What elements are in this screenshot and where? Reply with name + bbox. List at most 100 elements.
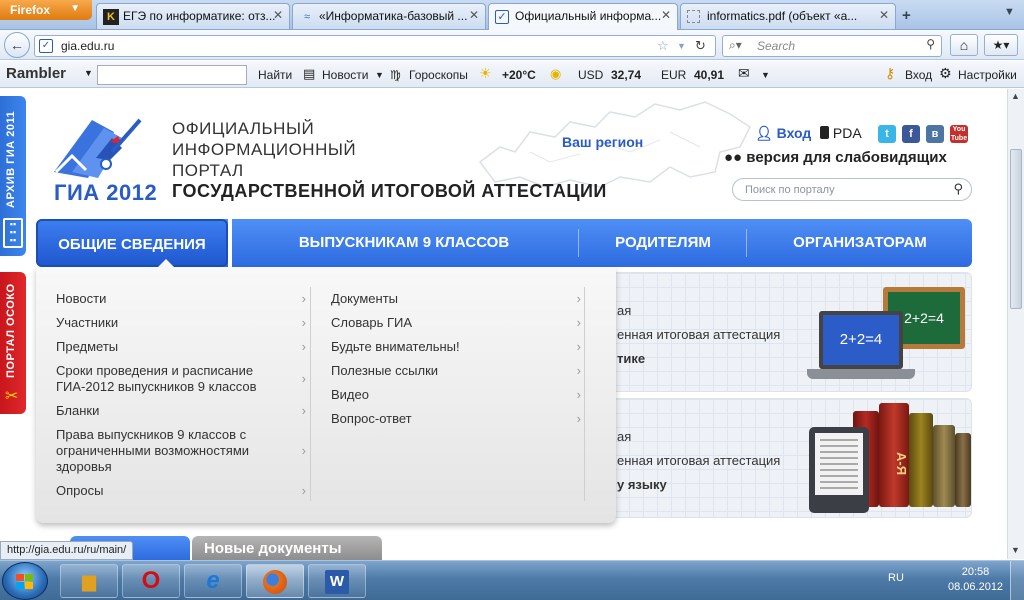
menu-item-video[interactable]: Видео ›	[331, 387, 581, 403]
usd-value[interactable]: 32,74	[611, 68, 641, 82]
rambler-search-input[interactable]	[97, 65, 247, 85]
twitter-icon[interactable]: t	[878, 125, 896, 143]
menu-item-be-careful[interactable]: Будьте внимательны! ›	[331, 339, 581, 355]
rambler-horoscopes[interactable]: Гороскопы	[409, 68, 468, 82]
column-divider	[584, 287, 585, 501]
browser-tab[interactable]: informatics.pdf (объект «а... ✕	[680, 3, 896, 29]
start-button[interactable]	[2, 562, 48, 600]
eur-value[interactable]: 40,91	[694, 68, 724, 82]
nav-parents[interactable]: РОДИТЕЛЯМ	[580, 219, 746, 267]
word-taskbar-button[interactable]: W	[308, 564, 366, 598]
chevron-down-icon[interactable]: ▼	[84, 68, 93, 78]
menu-item-useful-links[interactable]: Полезные ссылки ›	[331, 363, 581, 379]
reload-icon[interactable]: ↻	[695, 38, 706, 54]
file-explorer-icon[interactable]: ▆	[60, 564, 118, 598]
new-tab-button[interactable]: +	[902, 7, 911, 24]
logo-year[interactable]: ГИА 2012	[54, 180, 157, 206]
chevron-right-icon: ›	[301, 371, 306, 386]
youtube-icon[interactable]: You Tube	[950, 125, 968, 143]
status-url: http://gia.edu.ru/ru/main/	[7, 544, 127, 556]
blank-page-icon	[687, 10, 700, 23]
rambler-temperature[interactable]: +20°C	[502, 68, 536, 82]
firefox-menu-button[interactable]: Firefox ▼	[0, 0, 92, 20]
menu-item-glossary[interactable]: Словарь ГИА ›	[331, 315, 581, 331]
clock[interactable]: 20:58 08.06.2012	[948, 565, 1003, 595]
menu-item-rights[interactable]: Права выпускников 9 классов с ограниченн…	[56, 427, 306, 475]
login-link[interactable]: 👤︎ Вход	[755, 125, 811, 142]
phone-icon	[820, 126, 829, 139]
menu-item-schedule[interactable]: Сроки проведения и расписание ГИА-2012 в…	[56, 363, 306, 395]
portal-search-input[interactable]: Поиск по порталу ⚲	[732, 178, 972, 201]
search-icon[interactable]: ⚲	[926, 37, 935, 51]
portal-osoko-tab[interactable]: ПОРТАЛ ОСОКО ✂	[0, 272, 26, 414]
menu-item-faq[interactable]: Вопрос-ответ ›	[331, 411, 581, 427]
browser-tab[interactable]: ≈ «Информатика-базовый ... ✕	[292, 3, 486, 29]
menu-item-documents[interactable]: Документы ›	[331, 291, 581, 307]
ereader-icon	[809, 427, 869, 513]
scrollbar-thumb[interactable]	[1010, 149, 1022, 309]
navigation-toolbar: ← ✓ gia.edu.ru ☆ ▼ ↻ ⌕▾ Search ⚲ ⌂ ★▾	[0, 30, 1024, 60]
coin-icon: ◉	[550, 66, 562, 81]
nav-organizers[interactable]: ОРГАНИЗАТОРАМ	[748, 219, 972, 267]
tab-list-icon[interactable]: ▼	[1004, 6, 1015, 18]
menu-item-participants[interactable]: Участники ›	[56, 315, 306, 331]
windows-logo-icon	[16, 574, 34, 590]
bookmark-star-icon[interactable]: ☆	[657, 38, 669, 54]
menu-item-polls[interactable]: Опросы ›	[56, 483, 306, 499]
pda-link[interactable]: PDA	[820, 125, 862, 141]
rambler-login[interactable]: Вход	[905, 68, 932, 82]
language-indicator[interactable]: RU	[888, 572, 904, 584]
page-scrollbar[interactable]: ▲ ▼	[1007, 89, 1024, 559]
show-desktop-button[interactable]	[1010, 561, 1024, 600]
close-icon[interactable]: ✕	[273, 8, 283, 22]
opera-icon[interactable]: O	[122, 564, 180, 598]
address-bar[interactable]: ✓ gia.edu.ru ☆ ▼ ↻	[34, 35, 716, 57]
scroll-up-icon[interactable]: ▲	[1011, 91, 1020, 101]
search-icon[interactable]: ⚲	[953, 181, 963, 197]
menu-item-subjects[interactable]: Предметы ›	[56, 339, 306, 355]
bookmarks-menu-icon[interactable]: ★▾	[984, 34, 1018, 56]
russian-language-banner[interactable]: ая енная итоговая аттестация у языку А-Я	[600, 398, 972, 518]
back-arrow-icon[interactable]: ←	[4, 32, 30, 58]
browser-tab-active[interactable]: ✓ Официальный информа... ✕	[488, 3, 678, 31]
low-vision-link[interactable]: ●● версия для слабовидящих	[724, 149, 947, 166]
nav-graduates-9[interactable]: ВЫПУСКНИКАМ 9 КЛАССОВ	[232, 219, 576, 267]
rambler-settings[interactable]: Настройки	[958, 68, 1017, 82]
browser-tab[interactable]: K ЕГЭ по информатике: отз... ✕	[96, 3, 290, 29]
nav-divider	[578, 229, 579, 257]
close-icon[interactable]: ✕	[661, 8, 671, 22]
tab-title: Официальный информа...	[515, 9, 662, 23]
vkontakte-icon[interactable]: в	[926, 125, 944, 143]
menu-item-news[interactable]: Новости ›	[56, 291, 306, 307]
scroll-down-icon[interactable]: ▼	[1011, 545, 1020, 555]
rambler-find-button[interactable]: Найти	[258, 68, 292, 82]
firefox-taskbar-icon[interactable]	[246, 564, 304, 598]
gia-icon: ✓	[495, 10, 509, 24]
close-icon[interactable]: ✕	[469, 8, 479, 22]
browser-search-input[interactable]: ⌕▾ Search ⚲	[722, 35, 942, 57]
menu-item-forms[interactable]: Бланки ›	[56, 403, 306, 419]
internet-explorer-icon[interactable]: e	[184, 564, 242, 598]
title-line: ОФИЦИАЛЬНЫЙ	[172, 119, 315, 138]
chevron-down-icon[interactable]: ▼	[375, 70, 384, 80]
search-engine-icon[interactable]: ⌕▾	[729, 38, 742, 53]
archive-gia-2011-tab[interactable]: АРХИВ ГИА 2011 ▪▪ ▪▪ ▪▪	[0, 96, 26, 256]
close-icon[interactable]: ✕	[879, 8, 889, 22]
usd-label: USD	[578, 68, 604, 82]
rambler-news[interactable]: Новости	[322, 68, 368, 82]
home-icon[interactable]: ⌂	[950, 34, 978, 56]
region-link[interactable]: Ваш регион	[562, 134, 643, 150]
rambler-logo[interactable]: Rambler	[6, 65, 66, 82]
chevron-right-icon: ›	[301, 443, 306, 458]
chevron-right-icon: ›	[576, 411, 581, 426]
math-banner[interactable]: ая енная итоговая аттестация тике 2+2=4 …	[600, 272, 972, 392]
key-icon: ⚷	[885, 65, 896, 81]
history-dropdown-icon[interactable]: ▼	[677, 41, 686, 51]
facebook-icon[interactable]: f	[902, 125, 920, 143]
chevron-down-icon[interactable]: ▼	[761, 70, 770, 80]
mail-icon[interactable]: ✉	[738, 65, 750, 82]
menu-item-label: Новости	[56, 291, 107, 306]
nav-general-info[interactable]: ОБЩИЕ СВЕДЕНИЯ	[36, 219, 228, 267]
bottom-tab-new-documents[interactable]: Новые документы	[192, 536, 382, 560]
status-bar: http://gia.edu.ru/ru/main/	[0, 541, 134, 560]
